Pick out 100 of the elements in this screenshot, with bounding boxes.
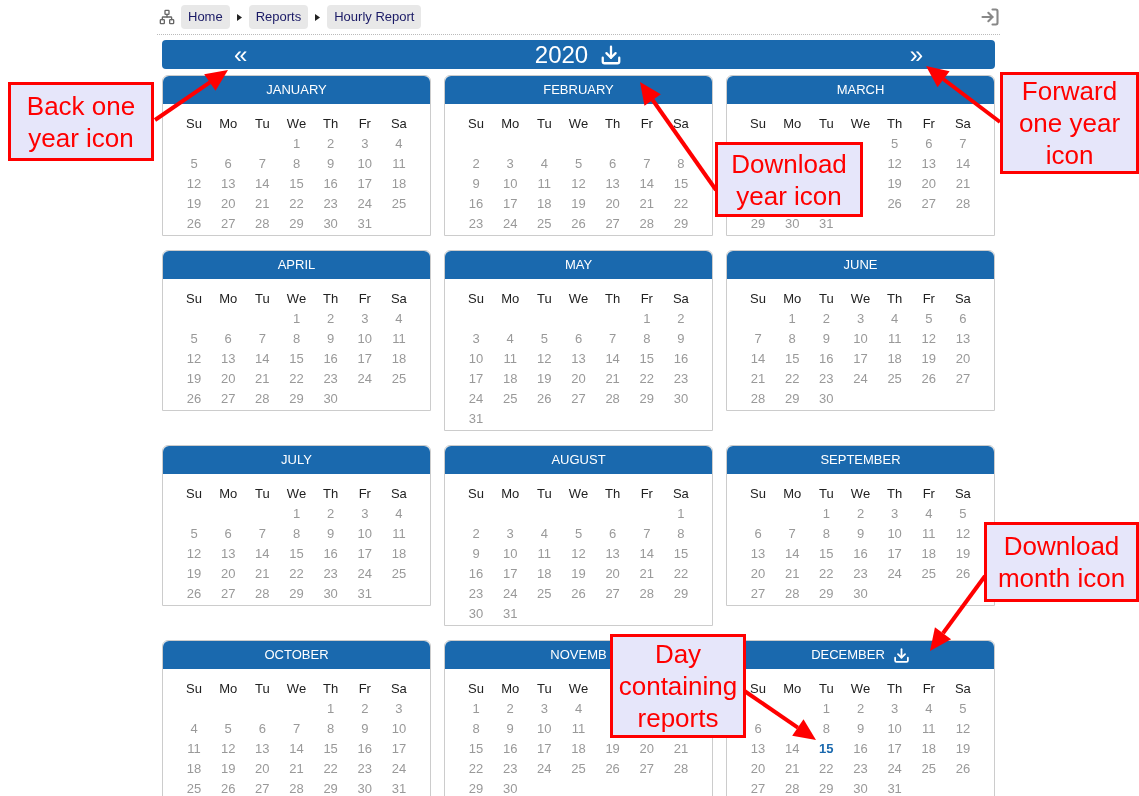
weekday-label: Th [605,290,621,309]
day-number: 30 [357,780,372,796]
weekday-label: Mo [219,485,238,504]
day-number: 24 [537,760,552,779]
day-number: 30 [468,605,484,624]
weekday-label: Fr [358,485,371,504]
weekday-label: Su [468,485,484,504]
day-number: 2 [822,310,830,329]
weekday-label: Fr [358,680,371,699]
day-number: 21 [255,565,270,584]
day-number: 22 [289,370,304,389]
day-number: 9 [856,525,865,544]
previous-year-button[interactable]: « [234,42,248,67]
day-number: 8 [292,155,301,174]
breadcrumb-link[interactable]: Reports [248,5,309,29]
download-icon[interactable] [600,43,623,66]
weekday-label: We [568,680,589,699]
day-number: 28 [955,195,971,214]
weekday-label: Mo [501,485,520,504]
day-number: 10 [853,330,868,349]
day-number: 3 [361,505,369,524]
day-number: 2 [677,310,685,329]
weekday-label: Tu [819,290,834,309]
day-number: 7 [609,330,617,349]
day-number: 13 [605,175,620,194]
day-number: 16 [468,195,484,214]
day-number: 21 [673,740,689,759]
day-number: 5 [959,700,967,719]
day-number: 27 [220,215,236,234]
day-number: 17 [537,740,552,759]
day-number: 12 [571,545,586,564]
breadcrumb-link[interactable]: Hourly Report [327,5,422,29]
day-number: 10 [357,525,372,544]
weekday-label: Th [887,290,903,309]
day-number: 24 [391,760,407,779]
weekday-label: Fr [922,680,935,699]
day-number: 11 [392,525,406,544]
caret-icon [236,13,242,21]
download-icon[interactable] [892,646,910,664]
day-number: 30 [502,780,518,796]
day-number: 1 [822,505,830,524]
day-number: 19 [220,760,236,779]
month-name: JUNE [843,256,878,275]
day-number: 18 [571,740,586,759]
day-number: 21 [605,370,620,389]
day-number: 15 [673,545,689,564]
day-number: 6 [224,155,232,174]
day-number: 13 [750,545,766,564]
day-number: 12 [537,350,552,369]
day-number: 21 [639,565,654,584]
day-number: 5 [891,135,899,154]
day-number: 19 [887,175,902,194]
day-number: 25 [571,760,586,779]
day-number: 22 [323,760,338,779]
weekday-label: Su [468,680,484,699]
day-number: 16 [819,350,834,369]
breadcrumb-link[interactable]: Home [181,5,230,29]
weekday-label: We [850,115,871,134]
day-number: 22 [289,195,304,214]
day-number: 4 [190,720,198,739]
day-number: 24 [887,565,902,584]
day-number: 16 [673,350,689,369]
day-number: 12 [186,175,202,194]
day-number: 28 [289,780,304,796]
month-name: JULY [281,451,312,470]
day-number: 17 [391,740,407,759]
day-number: 8 [472,720,480,739]
day-number: 29 [323,780,338,796]
day-number: 2 [327,310,335,329]
logout-icon[interactable] [980,7,1000,27]
day-number: 14 [784,545,800,564]
day-number: 19 [955,545,971,564]
weekday-label: Su [186,485,202,504]
day-number: 12 [186,545,202,564]
day-number: 10 [887,525,902,544]
day-number: 8 [677,155,685,174]
day-number: 20 [955,350,971,369]
day-number: 19 [186,370,202,389]
day-number: 26 [571,585,586,604]
weekday-label: Sa [954,485,971,504]
month-name: NOVEMB [550,646,607,665]
day-number: 18 [921,545,936,564]
day-number: 11 [503,350,517,369]
day-number: 21 [784,565,800,584]
day-number[interactable]: 15 [819,739,834,759]
day-number: 17 [357,175,372,194]
day-number: 18 [186,760,202,779]
day-number: 5 [190,330,198,349]
day-number: 3 [395,700,403,719]
day-number: 9 [822,330,830,349]
weekday-label: Th [323,680,339,699]
day-number: 29 [639,390,654,409]
day-number: 20 [571,370,586,389]
weekday-label: Tu [537,680,552,699]
day-number: 1 [327,700,335,719]
day-number: 16 [323,545,338,564]
next-year-button[interactable]: » [909,42,923,67]
day-number: 17 [357,350,372,369]
caret-icon [315,13,321,21]
weekday-label: Th [887,115,903,134]
